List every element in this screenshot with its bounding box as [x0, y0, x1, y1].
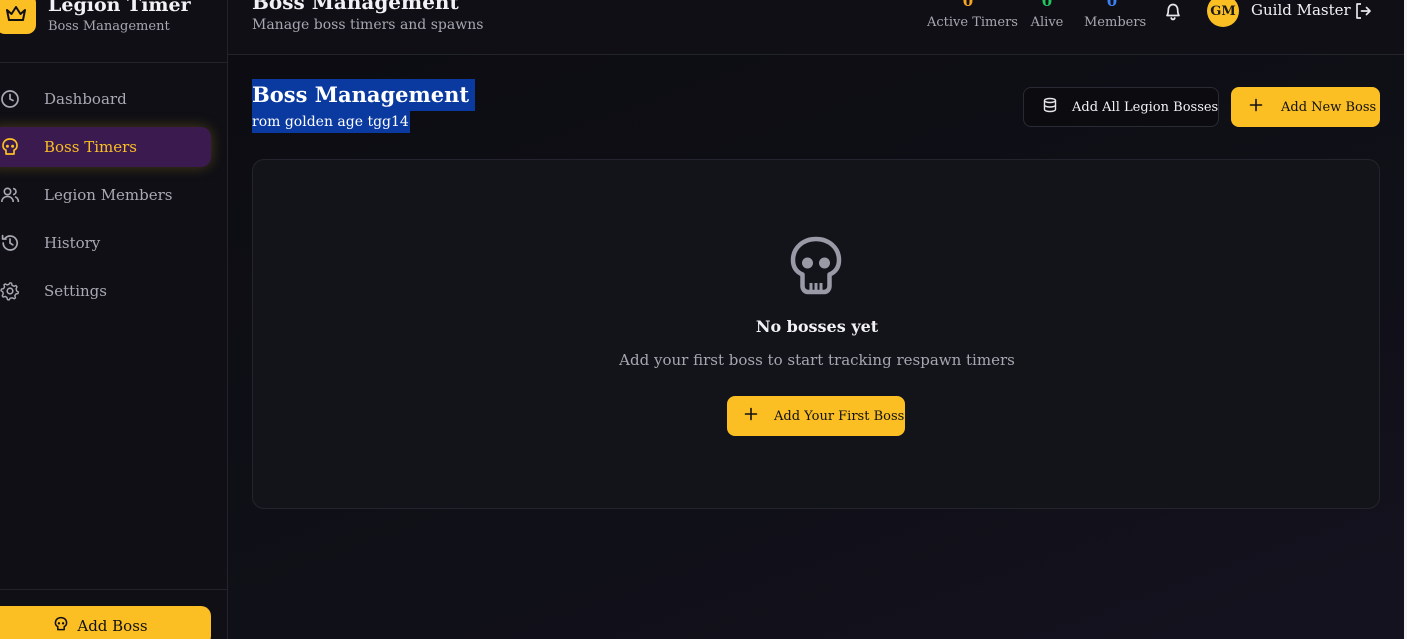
add-new-label: Add New Boss	[1281, 99, 1377, 115]
empty-state-subtitle: Add your first boss to start tracking re…	[619, 351, 1015, 369]
history-icon	[0, 233, 20, 253]
stat-value: 0	[962, 0, 974, 10]
plus-icon	[1249, 98, 1263, 116]
stat-alive: 0 Alive	[1028, 0, 1066, 30]
bell-icon[interactable]	[1162, 0, 1184, 22]
skull-icon	[0, 137, 20, 157]
user-name: Guild Master	[1251, 1, 1351, 19]
sidebar-item-label: Dashboard	[44, 90, 127, 108]
stat-value: 0	[1041, 0, 1053, 10]
empty-state-card: No bosses yet Add your first boss to sta…	[252, 159, 1380, 509]
sidebar-item-label: Settings	[44, 282, 107, 300]
sidebar-item-label: Legion Members	[44, 186, 173, 204]
app-window: Legion Timer Boss Management Dashboard B…	[0, 0, 1407, 639]
sidebar-item-dashboard[interactable]: Dashboard	[0, 79, 211, 119]
app-title: Legion Timer	[48, 0, 191, 16]
add-new-boss-button[interactable]: Add New Boss	[1231, 87, 1380, 127]
skull-icon	[789, 236, 843, 296]
stat-members: 0 Members	[1084, 0, 1147, 30]
empty-state-title: No bosses yet	[755, 317, 879, 336]
add-first-boss-button[interactable]: Add Your First Boss	[727, 396, 905, 436]
sidebar-item-history[interactable]: History	[0, 223, 211, 263]
stat-value: 0	[1106, 0, 1118, 10]
add-all-legion-bosses-button[interactable]: Add All Legion Bosses	[1023, 87, 1219, 127]
sidebar-item-boss-timers[interactable]: Boss Timers	[0, 127, 211, 167]
users-icon	[0, 185, 20, 205]
stat-label: Alive	[1030, 15, 1064, 30]
add-first-label: Add Your First Boss	[774, 408, 905, 424]
app-subtitle: Boss Management	[48, 19, 170, 34]
add-boss-button[interactable]: Add Boss	[0, 606, 211, 639]
header-subtitle: Manage boss timers and spawns	[252, 17, 484, 33]
page-heading: Boss Management rom golden age tgg14	[252, 79, 476, 133]
stat-label: Active Timers	[927, 15, 1018, 30]
main-content: Boss Management rom golden age tgg14 Add…	[228, 55, 1407, 639]
page-title: Boss Management	[252, 79, 476, 111]
sidebar-item-settings[interactable]: Settings	[0, 271, 211, 311]
stat-label: Members	[1084, 15, 1147, 30]
stat-active-timers: 0 Active Timers	[927, 0, 1018, 30]
sidebar-item-label: History	[44, 234, 101, 252]
sidebar-footer: Add Boss	[0, 589, 228, 639]
header-title: Boss Management	[252, 0, 459, 14]
logout-icon[interactable]	[1353, 1, 1373, 21]
skull-icon	[53, 616, 69, 636]
avatar[interactable]: GM	[1207, 0, 1239, 27]
add-boss-label: Add Boss	[77, 617, 148, 635]
plus-icon	[744, 407, 758, 425]
add-all-label: Add All Legion Bosses	[1072, 99, 1219, 115]
top-header: Boss Management Manage boss timers and s…	[228, 0, 1407, 55]
sidebar: Legion Timer Boss Management Dashboard B…	[0, 0, 228, 639]
clock-icon	[0, 89, 20, 109]
sidebar-item-legion-members[interactable]: Legion Members	[0, 175, 211, 215]
gear-icon	[0, 281, 20, 301]
sidebar-item-label: Boss Timers	[44, 138, 137, 156]
crown-icon	[0, 0, 36, 34]
database-icon	[1042, 97, 1058, 117]
brand-header: Legion Timer Boss Management	[0, 0, 228, 63]
page-subtitle: rom golden age tgg14	[252, 111, 410, 133]
